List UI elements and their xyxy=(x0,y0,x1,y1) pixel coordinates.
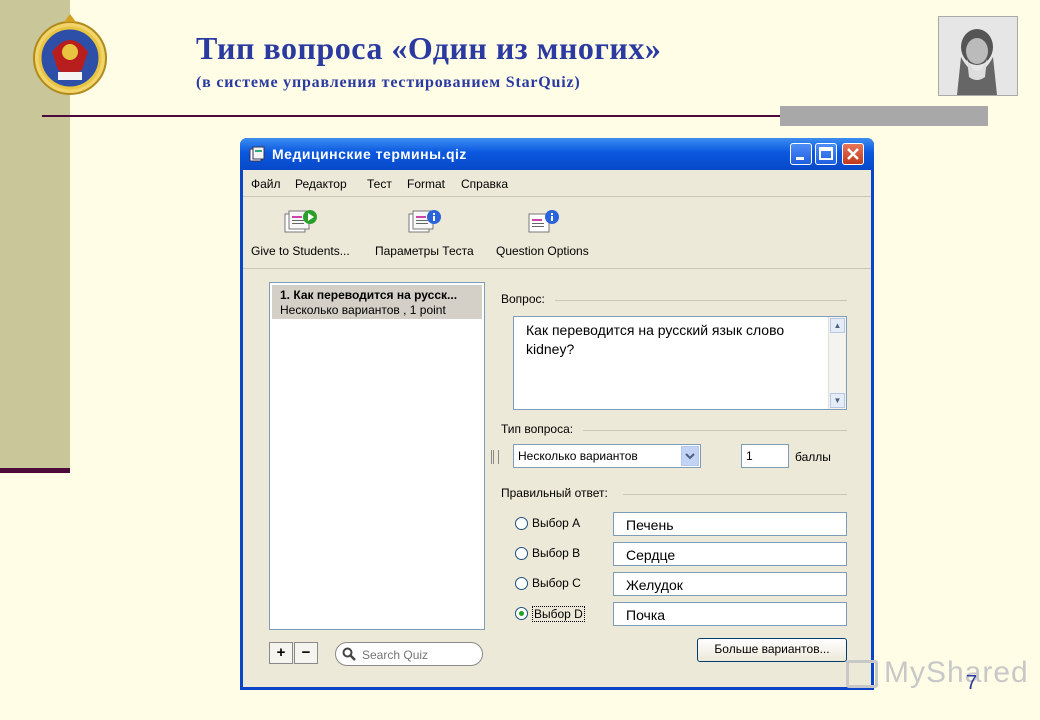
choice-b-value: Сердце xyxy=(626,547,676,563)
give-to-students-label: Give to Students... xyxy=(251,244,350,258)
slide-title: Тип вопроса «Один из многих» xyxy=(196,30,662,66)
question-scrollbar[interactable]: ▲ ▼ xyxy=(828,317,846,409)
minimize-button[interactable] xyxy=(790,143,812,165)
watermark: MyShared xyxy=(846,656,1029,690)
window-title: Медицинские термины.qiz xyxy=(272,146,467,162)
menu-format[interactable]: Format xyxy=(407,177,445,191)
correct-answer-label: Правильный ответ: xyxy=(501,486,608,500)
more-choices-button[interactable]: Больше вариантов... xyxy=(697,638,847,662)
list-item[interactable]: 1. Как переводится на русск... Несколько… xyxy=(272,285,482,319)
close-button[interactable] xyxy=(842,143,864,165)
scroll-up-icon[interactable]: ▲ xyxy=(830,318,845,333)
app-icon xyxy=(249,146,265,162)
remove-question-button[interactable]: − xyxy=(294,642,318,664)
question-text-area[interactable]: Как переводится на русский язык слово ki… xyxy=(513,316,847,410)
menu-edit[interactable]: Редактор xyxy=(295,177,347,191)
search-quiz-field[interactable] xyxy=(335,642,483,666)
page-number: 7 xyxy=(966,672,978,694)
points-label: баллы xyxy=(795,450,831,464)
question-type-select[interactable]: Несколько вариантов xyxy=(513,444,701,468)
question-type-value: Несколько вариантов xyxy=(518,449,638,463)
choice-b-label[interactable]: Выбор B xyxy=(532,546,580,560)
question-group-line xyxy=(555,300,847,301)
choice-c-value: Желудок xyxy=(626,577,683,593)
choice-d-label[interactable]: Выбор D xyxy=(532,606,585,622)
add-remove-controls: + − xyxy=(269,642,319,664)
maximize-button[interactable] xyxy=(815,143,837,165)
give-to-students-button[interactable]: Give to Students... xyxy=(251,208,350,258)
menu-bar: Файл Редактор Тест Format Справка xyxy=(243,174,871,194)
choice-c-field[interactable]: Желудок xyxy=(613,572,847,596)
toolbar-separator xyxy=(243,268,871,269)
choice-c-label[interactable]: Выбор C xyxy=(532,576,581,590)
question-item-title: 1. Как переводится на русск... xyxy=(280,288,458,302)
search-input[interactable] xyxy=(360,645,480,665)
choice-b-radio[interactable] xyxy=(515,547,528,560)
answer-group-line xyxy=(623,494,847,495)
watermark-icon xyxy=(846,660,878,689)
question-item-detail: Несколько вариантов , 1 point xyxy=(280,303,446,317)
question-options-button[interactable]: Question Options xyxy=(496,208,589,258)
slide-gray-accent xyxy=(780,106,988,126)
points-input[interactable]: 1 xyxy=(741,444,789,468)
choice-b-field[interactable]: Сердце xyxy=(613,542,847,566)
slide-subtitle: (в системе управления тестированием Star… xyxy=(196,74,581,91)
app-window: Медицинские термины.qiz Файл Редактор Те… xyxy=(240,138,874,690)
test-parameters-icon xyxy=(408,210,442,233)
choice-d-value: Почка xyxy=(626,607,666,623)
scroll-down-icon[interactable]: ▼ xyxy=(830,393,845,408)
portrait-image xyxy=(938,16,1018,96)
test-parameters-label: Параметры Теста xyxy=(375,244,474,258)
give-to-students-icon xyxy=(284,210,318,233)
choice-c-radio[interactable] xyxy=(515,577,528,590)
question-label: Вопрос: xyxy=(501,292,545,306)
question-list[interactable]: 1. Как переводится на русск... Несколько… xyxy=(269,282,485,630)
window-client-area: Файл Редактор Тест Format Справка Give t… xyxy=(243,170,871,687)
question-options-label: Question Options xyxy=(496,244,589,258)
menu-file[interactable]: Файл xyxy=(251,177,281,191)
slide-left-bar-accent xyxy=(0,468,70,473)
choice-d-radio[interactable] xyxy=(515,607,528,620)
menu-help[interactable]: Справка xyxy=(461,177,508,191)
menu-test[interactable]: Тест xyxy=(367,177,392,191)
chevron-down-icon xyxy=(685,453,695,460)
test-parameters-button[interactable]: Параметры Теста xyxy=(375,208,474,258)
add-question-button[interactable]: + xyxy=(269,642,293,664)
choice-d-field[interactable]: Почка xyxy=(613,602,847,626)
question-options-icon xyxy=(528,210,560,233)
question-type-label: Тип вопроса: xyxy=(501,422,574,436)
window-titlebar[interactable]: Медицинские термины.qiz xyxy=(240,138,874,170)
dropdown-arrow-button[interactable] xyxy=(681,446,699,466)
splitter-grip-icon[interactable] xyxy=(491,450,499,464)
maximize-icon xyxy=(819,147,833,160)
menu-separator xyxy=(243,196,871,197)
watermark-text: MyShared xyxy=(884,656,1029,689)
choice-a-radio[interactable] xyxy=(515,517,528,530)
close-icon xyxy=(847,148,859,160)
minimize-icon xyxy=(796,157,804,160)
academy-emblem-logo xyxy=(33,14,107,95)
type-group-line xyxy=(583,430,847,431)
question-text: Как переводится на русский язык слово ki… xyxy=(526,322,785,357)
choice-a-label[interactable]: Выбор A xyxy=(532,516,580,530)
choice-a-field[interactable]: Печень xyxy=(613,512,847,536)
choice-a-value: Печень xyxy=(626,517,674,533)
search-icon xyxy=(342,647,356,661)
